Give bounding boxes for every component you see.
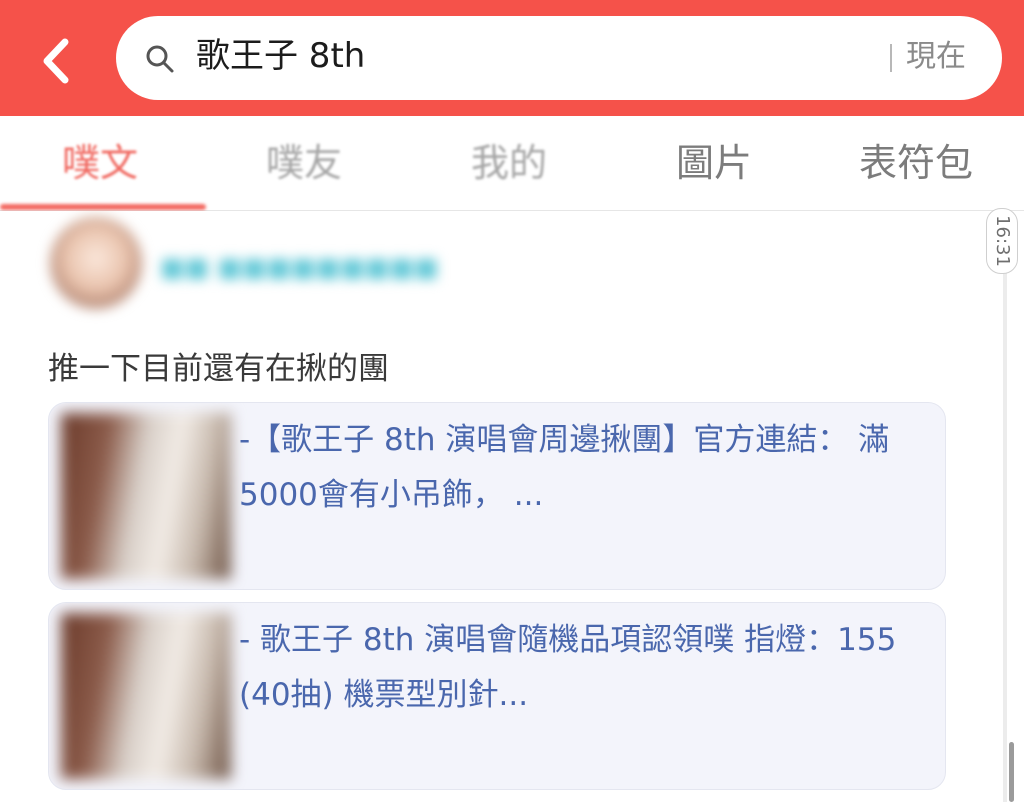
tab-images[interactable]: 圖片 [676, 138, 752, 188]
tab-plurks[interactable]: 噗文 [62, 138, 138, 188]
app-header: 歌王子 8th 現在 [0, 0, 1024, 116]
active-tab-indicator [0, 204, 206, 210]
timeline-time-marker[interactable]: 16:31 [986, 208, 1018, 274]
scrollbar-thumb[interactable] [1009, 742, 1014, 802]
link-thumbnail [61, 413, 231, 579]
link-card[interactable]: - 歌王子 8th 演唱會隨機品項認領噗 指燈：155 (40抽) 機票型別針.… [48, 602, 946, 790]
link-card[interactable]: -【歌王子 8th 演唱會周邊揪團】官方連結： 滿5000會有小吊飾， ... [48, 402, 946, 590]
avatar[interactable] [50, 217, 142, 309]
tab-mine[interactable]: 我的 [471, 138, 547, 188]
tab-emoticons[interactable]: 表符包 [859, 138, 973, 188]
search-input-value[interactable]: 歌王子 8th [196, 34, 365, 78]
link-title: - 歌王子 8th 演唱會隨機品項認領噗 指燈：155 (40抽) 機票型別針.… [239, 622, 897, 713]
search-divider [890, 44, 892, 72]
sort-selector[interactable]: 現在 [906, 38, 966, 76]
search-tabs: 噗文 噗友 我的 圖片 表符包 [0, 116, 1024, 211]
tab-friends[interactable]: 噗友 [266, 138, 342, 188]
search-results: ■■ ■■■■■■■■■ 推一下目前還有在揪的團 -【歌王子 8th 演唱會周邊… [0, 211, 1024, 802]
timeline-track [1003, 270, 1007, 802]
timeline-time-label: 16:31 [992, 215, 1013, 267]
author-name-redacted[interactable]: ■■ ■■■■■■■■■ [160, 253, 438, 283]
link-title: -【歌王子 8th 演唱會周邊揪團】官方連結： 滿5000會有小吊飾， ... [239, 422, 890, 513]
chevron-left-icon [43, 38, 69, 84]
link-thumbnail [61, 613, 231, 779]
search-icon [146, 45, 174, 73]
post-content: 推一下目前還有在揪的團 [48, 351, 389, 387]
back-button[interactable] [30, 36, 80, 86]
search-field[interactable]: 歌王子 8th 現在 [116, 16, 1002, 100]
